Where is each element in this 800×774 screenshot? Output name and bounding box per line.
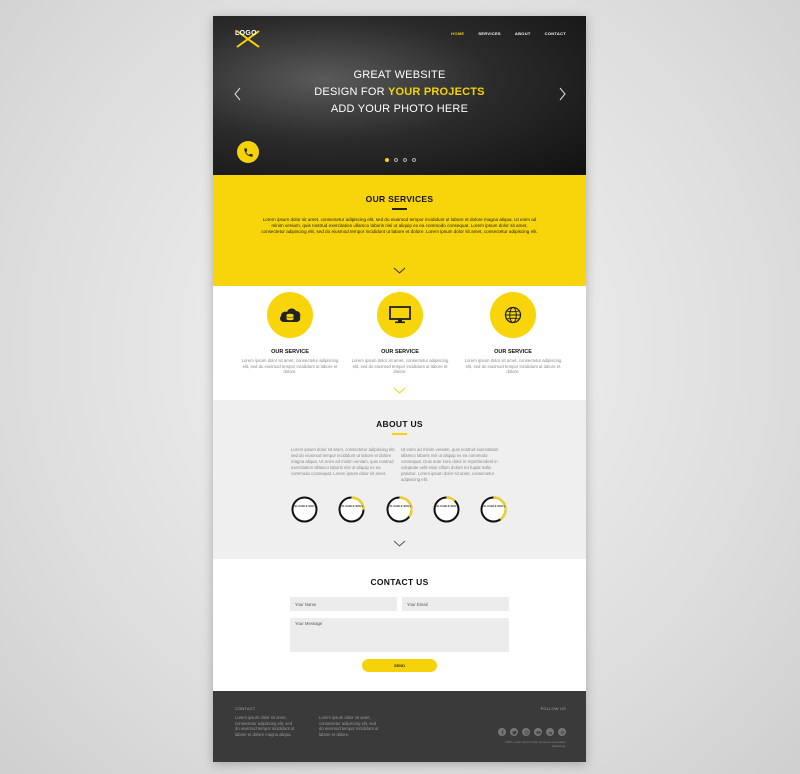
- slider-dots: [385, 158, 416, 162]
- logo-text[interactable]: LOGO: [235, 30, 257, 37]
- phone-icon: [243, 147, 253, 157]
- about-section: ABOUT US Lorem ipsum dolor sit amet, con…: [213, 400, 586, 559]
- email-field[interactable]: [402, 597, 509, 611]
- about-text-col-2: Ut enim ad minim veniam, quis nostrud ex…: [401, 447, 499, 482]
- slider-dot-3[interactable]: [403, 158, 407, 162]
- skill-label-5: VALUABLE SKILL: [481, 504, 506, 508]
- skill-ring-1: VALUABLE SKILL: [291, 496, 318, 523]
- youtube-icon[interactable]: [534, 728, 542, 736]
- footer: CONTACT Lorem ipsum dolor sit amet, cons…: [213, 691, 586, 762]
- hero-headline-line-3: ADD YOUR PHOTO HERE: [330, 103, 469, 115]
- hero-headline-line-2: DESIGN FOR YOUR PROJECTS: [213, 86, 586, 98]
- about-text-col-1: Lorem ipsum dolor sit amet, consectetur …: [291, 447, 396, 476]
- service-text-1: Lorem ipsum dolor sit amet, consectetur …: [241, 358, 339, 375]
- chevron-down-icon[interactable]: [393, 387, 406, 394]
- footer-copyright: 2020. Lorem ipsum dolor sit amet consect…: [505, 740, 566, 748]
- skill-ring-4: VALUABLE SKILL: [433, 496, 460, 523]
- hero-headline-prefix: DESIGN FOR: [314, 86, 388, 98]
- skill-ring-graphic: [480, 496, 507, 523]
- hero-headline-highlight: YOUR PROJECTS: [387, 86, 485, 98]
- skill-ring-5: VALUABLE SKILL: [480, 496, 507, 523]
- nav-item-contact[interactable]: CONTACT: [545, 31, 566, 36]
- slider-dot-4[interactable]: [412, 158, 416, 162]
- skill-ring-graphic: [291, 496, 318, 523]
- services-title: OUR SERVICES: [365, 194, 434, 204]
- footer-contact-text-1: Lorem ipsum dolor sit amet, consectetur …: [235, 715, 295, 737]
- skype-icon[interactable]: [558, 728, 566, 736]
- chevron-down-icon[interactable]: [393, 540, 406, 547]
- services-intro-section: OUR SERVICES Lorem ipsum dolor sit amet,…: [213, 175, 586, 286]
- service-title-1: OUR SERVICE: [271, 349, 309, 355]
- skill-label-2: VALUABLE SKILL: [339, 504, 364, 508]
- service-card-2: OUR SERVICE Lorem ipsum dolor sit amet, …: [350, 292, 450, 375]
- contact-section: CONTACT US SEND: [213, 559, 586, 691]
- services-title-underline: [392, 208, 407, 210]
- service-icon-circle-3[interactable]: [490, 292, 536, 338]
- main-nav: HOME SERVICES ABOUT CONTACT: [451, 31, 566, 36]
- skill-ring-graphic: [386, 496, 413, 523]
- service-title-3: OUR SERVICE: [494, 349, 532, 355]
- instagram-icon[interactable]: [522, 728, 530, 736]
- skill-label-4: VALUABLE SKILL: [434, 504, 459, 508]
- hero-banner: LOGO HOME SERVICES ABOUT CONTACT GREAT W…: [213, 16, 586, 175]
- skill-label-1: VALUABLE SKILL: [292, 504, 317, 508]
- slider-dot-1[interactable]: [385, 158, 389, 162]
- website-template: LOGO HOME SERVICES ABOUT CONTACT GREAT W…: [213, 16, 586, 762]
- chevron-left-icon[interactable]: [234, 87, 241, 101]
- chevron-down-icon[interactable]: [393, 267, 406, 274]
- footer-follow-title: FOLLOW US: [540, 706, 566, 711]
- footer-contact-title: CONTACT: [235, 706, 256, 711]
- about-title-underline: [392, 433, 407, 435]
- service-title-2: OUR SERVICE: [381, 349, 419, 355]
- contact-title: CONTACT US: [370, 577, 429, 587]
- skill-ring-3: VALUABLE SKILL: [386, 496, 413, 523]
- globe-icon: [504, 306, 522, 324]
- skill-ring-2: VALUABLE SKILL: [338, 496, 365, 523]
- service-text-3: Lorem ipsum dolor sit amet, consectetur …: [464, 358, 562, 375]
- facebook-icon[interactable]: [498, 728, 506, 736]
- social-links: [498, 728, 566, 736]
- nav-item-about[interactable]: ABOUT: [515, 31, 531, 36]
- twitter-icon[interactable]: [510, 728, 518, 736]
- hero-headline-line-1: GREAT WEBSITE: [353, 69, 446, 81]
- nav-item-home[interactable]: HOME: [451, 31, 464, 36]
- monitor-icon: [389, 306, 411, 324]
- message-field[interactable]: [290, 618, 509, 652]
- service-icon-circle-2[interactable]: [377, 292, 423, 338]
- about-title: ABOUT US: [376, 419, 423, 429]
- nav-item-services[interactable]: SERVICES: [478, 31, 501, 36]
- skill-label-3: VALUABLE SKILL: [387, 504, 412, 508]
- name-field[interactable]: [290, 597, 397, 611]
- service-card-3: OUR SERVICE Lorem ipsum dolor sit amet, …: [463, 292, 563, 375]
- service-text-2: Lorem ipsum dolor sit amet, consectetur …: [351, 358, 449, 375]
- chevron-right-icon[interactable]: [559, 87, 566, 101]
- skill-ring-graphic: [338, 496, 365, 523]
- linkedin-icon[interactable]: [546, 728, 554, 736]
- footer-contact-text-2: Lorem ipsum dolor sit amet, consectetur …: [319, 715, 379, 737]
- skill-ring-graphic: [433, 496, 460, 523]
- send-button[interactable]: SEND: [362, 659, 437, 672]
- services-intro-text: Lorem ipsum dolor sit amet, consectetur …: [261, 217, 538, 235]
- service-icon-circle-1[interactable]: [267, 292, 313, 338]
- slider-dot-2[interactable]: [394, 158, 398, 162]
- cloud-database-icon: [280, 308, 301, 322]
- phone-button[interactable]: [237, 141, 259, 163]
- service-card-1: OUR SERVICE Lorem ipsum dolor sit amet, …: [240, 292, 340, 375]
